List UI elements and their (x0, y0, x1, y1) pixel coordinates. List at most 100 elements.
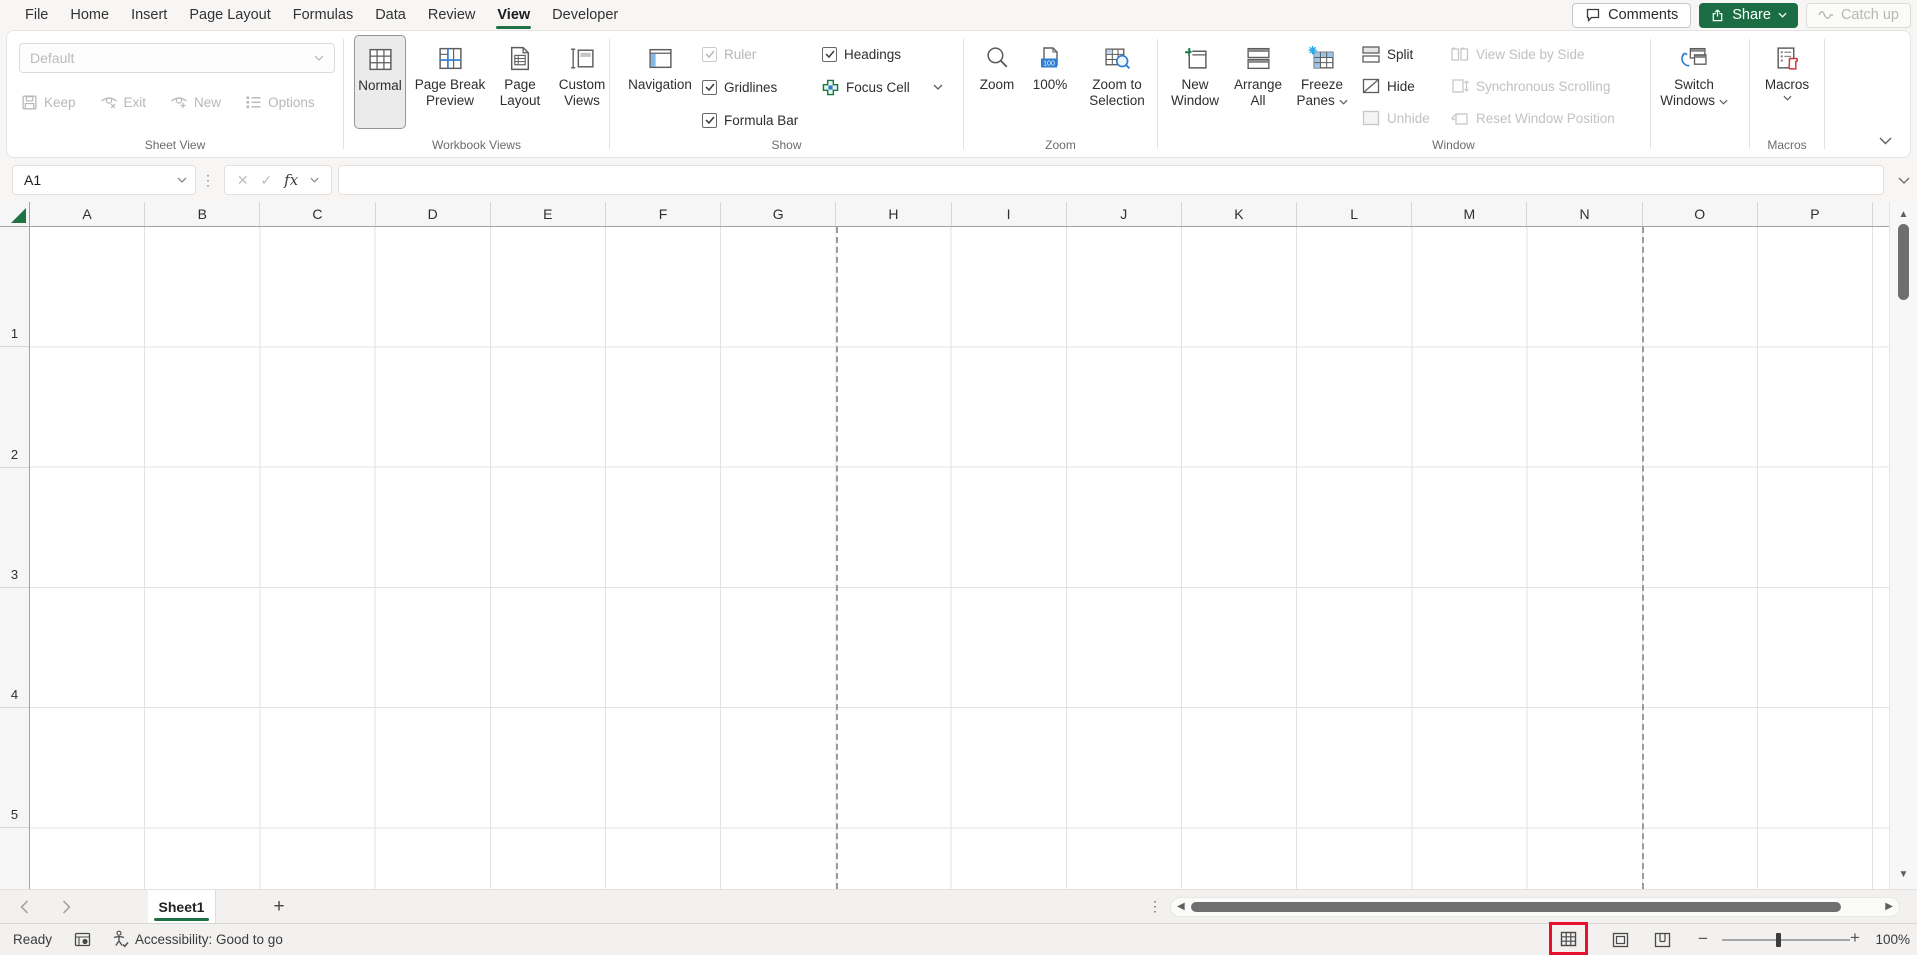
unhide-button[interactable]: Unhide (1361, 105, 1439, 131)
column-header-G[interactable]: G (721, 202, 836, 226)
view-side-by-side-button[interactable]: View Side by Side (1450, 41, 1647, 67)
column-header-O[interactable]: O (1643, 202, 1758, 226)
navigation-button[interactable]: Navigation (618, 35, 702, 129)
row-header-2[interactable]: 2 (0, 347, 29, 467)
name-box[interactable]: A1 (12, 165, 196, 195)
column-header-B[interactable]: B (145, 202, 260, 226)
switch-windows-button[interactable]: Switch Windows (1658, 35, 1730, 129)
row-header-4[interactable]: 4 (0, 588, 29, 708)
status-page-break-preview-icon[interactable] (1650, 929, 1674, 951)
formula-bar-checkbox[interactable]: Formula Bar (702, 107, 822, 133)
hide-button[interactable]: Hide (1361, 73, 1439, 99)
new-window-button[interactable]: New Window (1164, 35, 1226, 129)
menu-review[interactable]: Review (417, 1, 487, 29)
cells-area[interactable] (30, 227, 1889, 889)
column-header-I[interactable]: I (952, 202, 1067, 226)
column-header-D[interactable]: D (376, 202, 491, 226)
column-header-F[interactable]: F (606, 202, 721, 226)
split-button[interactable]: Split (1361, 41, 1439, 67)
menu-developer[interactable]: Developer (541, 1, 629, 29)
zoom-in-button[interactable]: + (1850, 928, 1860, 948)
share-button[interactable]: Share (1699, 3, 1798, 28)
normal-view-button[interactable]: Normal (354, 35, 406, 129)
focus-cell-button[interactable]: Focus Cell (822, 74, 962, 100)
menu-insert[interactable]: Insert (120, 1, 178, 29)
cancel-icon[interactable]: ✕ (237, 172, 249, 189)
insert-function-icon[interactable]: fx (284, 171, 298, 189)
column-header-L[interactable]: L (1297, 202, 1412, 226)
ruler-checkbox[interactable]: Ruler (702, 41, 822, 67)
expand-formula-bar-chevron-icon[interactable] (1898, 165, 1910, 195)
zoom-out-button[interactable]: − (1698, 929, 1708, 949)
options-button[interactable]: Options (245, 89, 315, 115)
sheet-tab-sheet1[interactable]: Sheet1 (148, 890, 216, 923)
chevron-down-icon[interactable] (310, 177, 319, 183)
zoom-button[interactable]: Zoom (970, 35, 1024, 129)
name-box-resize-handle[interactable]: ⋮ (201, 165, 215, 195)
select-all-corner[interactable] (0, 202, 30, 227)
column-header-A[interactable]: A (30, 202, 145, 226)
status-normal-view-icon[interactable] (1560, 931, 1577, 947)
vertical-scrollbar-thumb[interactable] (1898, 224, 1909, 300)
page-layout-button[interactable]: Page Layout (494, 35, 546, 129)
add-sheet-button[interactable]: + (266, 894, 292, 920)
freeze-panes-button[interactable]: Freeze Panes (1290, 35, 1354, 129)
menu-page-layout[interactable]: Page Layout (178, 1, 281, 29)
synchronous-scrolling-button[interactable]: Synchronous Scrolling (1450, 73, 1647, 99)
gridlines-checkbox[interactable]: Gridlines (702, 74, 822, 100)
row-header-1[interactable]: 1 (0, 227, 29, 347)
column-header-M[interactable]: M (1412, 202, 1527, 226)
zoom-level[interactable]: 100% (1868, 932, 1910, 947)
zoom-slider-thumb[interactable] (1776, 933, 1781, 947)
headings-checkbox[interactable]: Headings (822, 41, 962, 67)
sheet-view-combo[interactable]: Default (19, 43, 335, 73)
column-header-E[interactable]: E (491, 202, 606, 226)
custom-views-button[interactable]: Custom Views (551, 35, 613, 129)
menu-file[interactable]: File (14, 1, 59, 29)
tab-scrollbar-resize-handle[interactable]: ⋮ (1148, 890, 1162, 923)
menu-formulas[interactable]: Formulas (282, 1, 364, 29)
catch-up-button[interactable]: Catch up (1806, 3, 1911, 28)
formula-input[interactable] (338, 165, 1884, 195)
horizontal-scrollbar[interactable]: ◀ ▶ (1170, 897, 1900, 917)
column-header-J[interactable]: J (1067, 202, 1182, 226)
zoom-slider[interactable] (1722, 939, 1850, 941)
pulse-icon (1818, 9, 1834, 21)
chevron-down-icon[interactable] (177, 177, 187, 183)
comments-button[interactable]: Comments (1572, 3, 1691, 28)
page-break-preview-button[interactable]: Page Break Preview (411, 35, 489, 129)
chevron-down-icon[interactable] (933, 84, 943, 90)
collapse-ribbon-chevron-icon[interactable] (1879, 137, 1892, 145)
menu-data[interactable]: Data (364, 1, 417, 29)
next-sheet-arrow-icon[interactable] (62, 890, 71, 923)
reset-window-position-button[interactable]: Reset Window Position (1450, 105, 1647, 131)
new-sheet-view-button[interactable]: New (170, 89, 221, 115)
menu-home[interactable]: Home (59, 1, 120, 29)
prev-sheet-arrow-icon[interactable] (20, 890, 29, 923)
enter-check-icon[interactable]: ✓ (261, 172, 273, 189)
row-header-5[interactable]: 5 (0, 708, 29, 828)
keep-button[interactable]: Keep (21, 89, 76, 115)
zoom-to-selection-button[interactable]: Zoom to Selection (1076, 35, 1158, 129)
zoom-100-button[interactable]: 100 100% (1027, 35, 1073, 129)
menu-view[interactable]: View (486, 1, 541, 29)
accessibility-person-icon[interactable] (111, 930, 130, 949)
column-header-P[interactable]: P (1758, 202, 1873, 226)
column-header-N[interactable]: N (1527, 202, 1642, 226)
status-page-layout-view-icon[interactable] (1608, 929, 1632, 951)
scroll-down-arrow-icon[interactable]: ▼ (1890, 869, 1917, 880)
row-header-3[interactable]: 3 (0, 468, 29, 588)
vertical-scrollbar[interactable]: ▲ ▼ (1889, 202, 1917, 889)
record-macro-icon[interactable] (74, 931, 92, 948)
scroll-right-arrow-icon[interactable]: ▶ (1885, 901, 1893, 912)
horizontal-scrollbar-thumb[interactable] (1191, 902, 1841, 912)
column-header-H[interactable]: H (836, 202, 951, 226)
column-header-K[interactable]: K (1182, 202, 1297, 226)
accessibility-status[interactable]: Accessibility: Good to go (135, 932, 283, 947)
scroll-up-arrow-icon[interactable]: ▲ (1890, 209, 1917, 220)
arrange-all-button[interactable]: Arrange All (1229, 35, 1287, 129)
macros-button[interactable]: Macros (1756, 35, 1818, 129)
column-header-C[interactable]: C (260, 202, 375, 226)
exit-sheet-view-button[interactable]: Exit (100, 89, 147, 115)
scroll-left-arrow-icon[interactable]: ◀ (1177, 901, 1185, 912)
